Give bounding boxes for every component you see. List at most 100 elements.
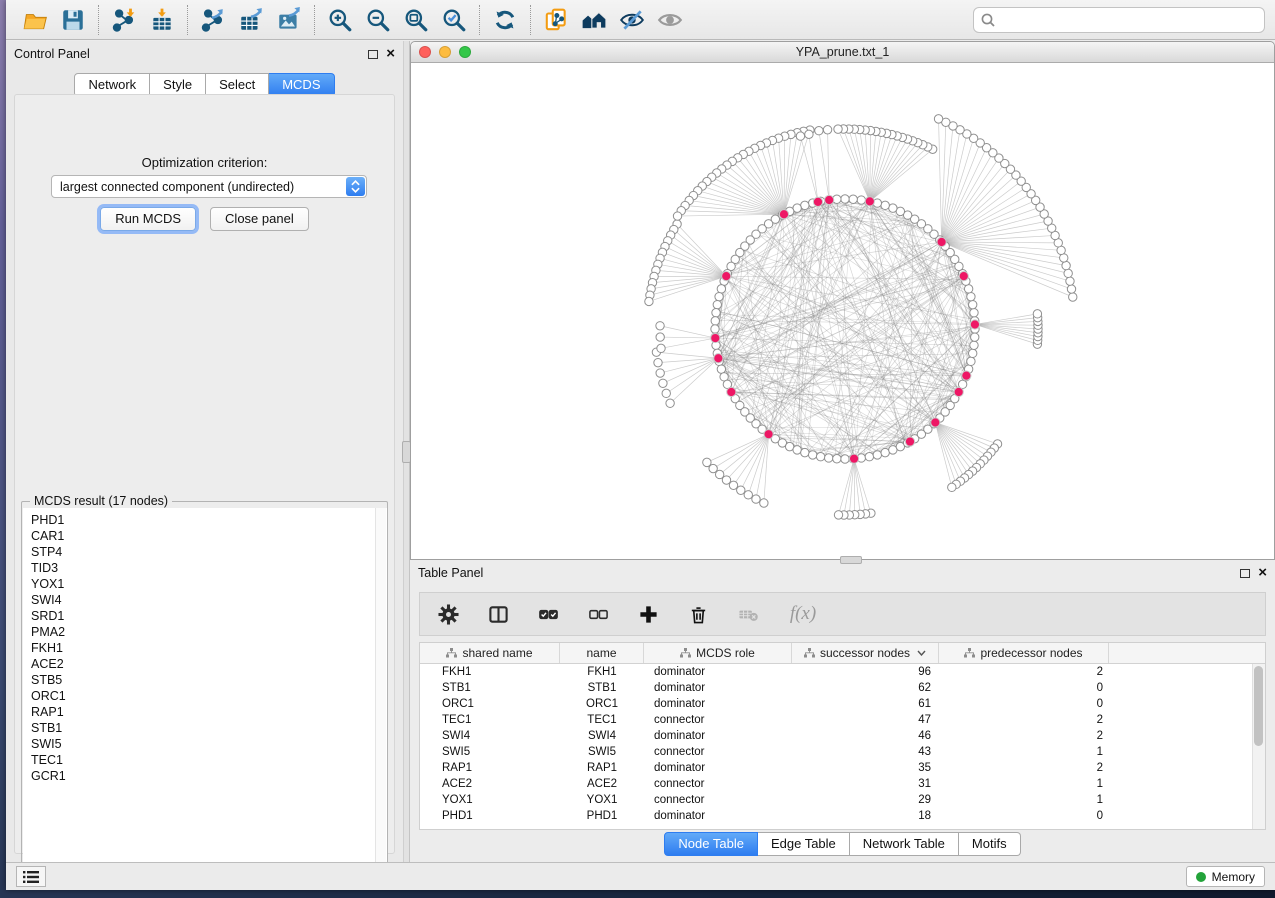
column-visibility-button[interactable] [486, 602, 510, 626]
mcds-result-item[interactable]: TEC1 [31, 752, 387, 768]
mcds-result-item[interactable]: STP4 [31, 544, 387, 560]
zoom-fit-button[interactable] [397, 4, 435, 36]
table-row[interactable]: STB1STB1dominator620 [420, 680, 1265, 696]
column-label: shared name [462, 646, 532, 660]
mcds-result-item[interactable]: SRD1 [31, 608, 387, 624]
cell-successor_nodes: 35 [792, 762, 939, 774]
table-row[interactable]: FKH1FKH1dominator962 [420, 664, 1265, 680]
float-table-panel-icon[interactable] [1240, 569, 1250, 578]
first-neighbors-icon [581, 7, 607, 33]
tab-edge-table[interactable]: Edge Table [758, 832, 850, 856]
mcds-result-item[interactable]: FKH1 [31, 640, 387, 656]
cell-mcds_role: dominator [644, 762, 792, 774]
table-row[interactable]: ORC1ORC1dominator610 [420, 696, 1265, 712]
network-graph[interactable] [411, 63, 1274, 559]
vertical-splitter[interactable] [403, 41, 410, 862]
network-window-titlebar[interactable]: YPA_prune.txt_1 [411, 42, 1274, 63]
mcds-result-item[interactable]: STB1 [31, 720, 387, 736]
import-table-button[interactable] [143, 4, 181, 36]
column-header-successor-nodes[interactable]: successor nodes [792, 643, 939, 663]
export-image-button[interactable] [270, 4, 308, 36]
select-all-button[interactable] [536, 602, 560, 626]
cell-mcds_role: connector [644, 746, 792, 758]
cell-shared_name: ORC1 [420, 698, 560, 710]
column-header-MCDS-role[interactable]: MCDS role [644, 643, 792, 663]
table-row[interactable]: RAP1RAP1dominator352 [420, 760, 1265, 776]
export-table-button[interactable] [232, 4, 270, 36]
column-header-filler [1109, 643, 1265, 663]
task-history-button[interactable] [16, 866, 46, 887]
horizontal-splitter-grip[interactable] [840, 556, 862, 564]
mcds-result-item[interactable]: PMA2 [31, 624, 387, 640]
search-input[interactable] [973, 7, 1265, 33]
criterion-dropdown[interactable]: largest connected component (undirected) [51, 175, 367, 198]
cell-predecessor_nodes: 0 [939, 810, 1109, 822]
export-table-icon [238, 7, 264, 33]
mcds-result-item[interactable]: STB5 [31, 672, 387, 688]
table-row[interactable]: TEC1TEC1connector472 [420, 712, 1265, 728]
save-session-button[interactable] [54, 4, 92, 36]
float-panel-icon[interactable] [368, 50, 378, 59]
column-header-name[interactable]: name [560, 643, 644, 663]
deselect-all-button[interactable] [586, 602, 610, 626]
close-panel-button[interactable]: Close panel [210, 207, 309, 231]
mcds-result-item[interactable]: ORC1 [31, 688, 387, 704]
delete-column-icon [688, 604, 709, 625]
mcds-result-item[interactable]: YOX1 [31, 576, 387, 592]
add-column-button[interactable] [636, 602, 660, 626]
mcds-result-item[interactable]: SWI5 [31, 736, 387, 752]
show-all-button[interactable] [651, 4, 689, 36]
memory-button[interactable]: Memory [1186, 866, 1265, 887]
mcds-list-scrollbar[interactable] [375, 508, 386, 872]
table-scrollbar-thumb[interactable] [1254, 666, 1263, 746]
delete-column-button[interactable] [686, 602, 710, 626]
table-row[interactable]: SWI4SWI4dominator462 [420, 728, 1265, 744]
tab-network-table[interactable]: Network Table [850, 832, 959, 856]
close-panel-icon[interactable]: × [386, 49, 395, 59]
zoom-in-button[interactable] [321, 4, 359, 36]
cell-predecessor_nodes: 2 [939, 666, 1109, 678]
table-settings-button[interactable] [436, 602, 460, 626]
mcds-result-item[interactable]: GCR1 [31, 768, 387, 784]
table-row[interactable]: PHD1PHD1dominator180 [420, 808, 1265, 824]
open-file-button[interactable] [16, 4, 54, 36]
tab-motifs[interactable]: Motifs [959, 832, 1021, 856]
mcds-result-item[interactable]: PHD1 [31, 512, 387, 528]
table-scrollbar[interactable] [1252, 664, 1265, 830]
table-row[interactable]: YOX1YOX1connector291 [420, 792, 1265, 808]
node-table: shared name nameMCDS rolesuccessor nodesp… [419, 642, 1266, 830]
column-header-predecessor-nodes[interactable]: predecessor nodes [939, 643, 1109, 663]
table-panel-title: Table Panel [418, 566, 483, 580]
mcds-result-list[interactable]: PHD1CAR1STP4TID3YOX1SWI4SRD1PMA2FKH1ACE2… [23, 508, 387, 872]
share-network-button[interactable] [537, 4, 575, 36]
cell-shared_name: RAP1 [420, 762, 560, 774]
mcds-result-item[interactable]: RAP1 [31, 704, 387, 720]
cell-successor_nodes: 46 [792, 730, 939, 742]
column-header-shared-name[interactable]: shared name [420, 643, 560, 663]
refresh-button[interactable] [486, 4, 524, 36]
tab-node-table[interactable]: Node Table [664, 832, 758, 856]
zoom-selected-button[interactable] [435, 4, 473, 36]
zoom-out-button[interactable] [359, 4, 397, 36]
first-neighbors-button[interactable] [575, 4, 613, 36]
mcds-result-item[interactable]: TID3 [31, 560, 387, 576]
export-network-button[interactable] [194, 4, 232, 36]
table-row[interactable]: SWI5SWI5connector431 [420, 744, 1265, 760]
toolbar-separator [98, 5, 99, 35]
network-canvas[interactable] [411, 63, 1274, 559]
cell-successor_nodes: 18 [792, 810, 939, 822]
mcds-result-item[interactable]: CAR1 [31, 528, 387, 544]
node-table-header: shared name nameMCDS rolesuccessor nodesp… [420, 643, 1265, 664]
table-row[interactable]: ACE2ACE2connector311 [420, 776, 1265, 792]
import-network-button[interactable] [105, 4, 143, 36]
cell-predecessor_nodes: 1 [939, 778, 1109, 790]
cell-shared_name: SWI5 [420, 746, 560, 758]
cell-shared_name: PHD1 [420, 810, 560, 822]
run-mcds-button[interactable]: Run MCDS [100, 207, 196, 231]
mcds-result-item[interactable]: SWI4 [31, 592, 387, 608]
optimization-criterion-label: Optimization criterion: [15, 155, 394, 170]
hide-selected-button[interactable] [613, 4, 651, 36]
close-table-panel-icon[interactable]: × [1258, 568, 1267, 578]
cell-predecessor_nodes: 1 [939, 746, 1109, 758]
mcds-result-item[interactable]: ACE2 [31, 656, 387, 672]
